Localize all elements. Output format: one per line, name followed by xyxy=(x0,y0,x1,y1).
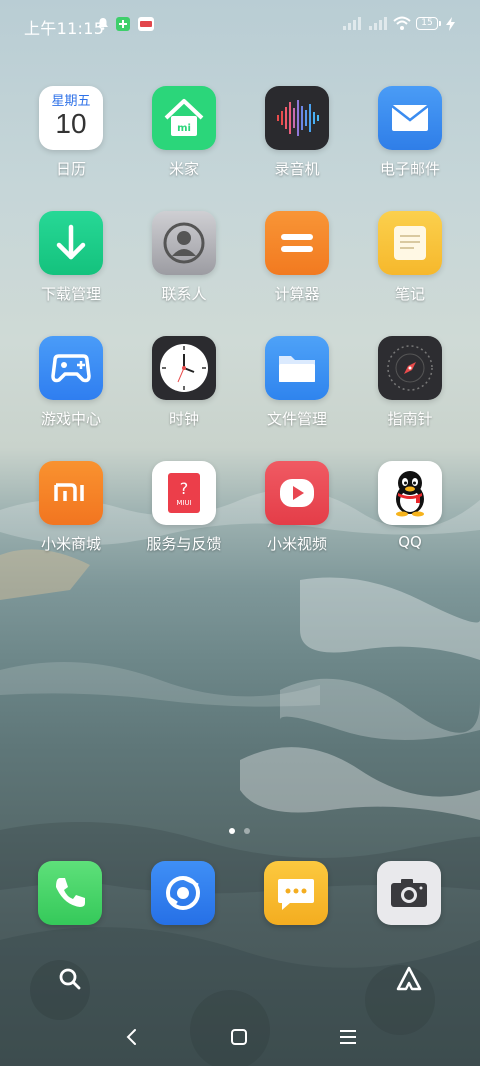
miui-badge: MIUI xyxy=(176,499,192,507)
contact-person-icon xyxy=(152,211,216,275)
app-label: 录音机 xyxy=(274,160,320,178)
app-file-manager[interactable]: 文件管理 xyxy=(237,336,357,429)
email-icon xyxy=(378,86,442,150)
gamepad-icon xyxy=(39,336,103,400)
play-video-icon xyxy=(265,461,329,525)
app-label: 笔记 xyxy=(394,285,425,303)
mi-store-icon xyxy=(39,461,103,525)
qq-penguin-icon xyxy=(378,461,442,525)
app-contacts[interactable]: 联系人 xyxy=(124,211,244,304)
compass-icon xyxy=(378,336,442,400)
search-icon[interactable] xyxy=(58,967,82,991)
message-bubble-icon xyxy=(278,879,314,910)
app-notes[interactable]: 笔记 xyxy=(350,211,470,304)
dock-camera-button[interactable] xyxy=(377,861,441,925)
app-compass[interactable]: 指南针 xyxy=(350,336,470,429)
app-game-center[interactable]: 游戏中心 xyxy=(11,336,131,429)
app-email[interactable]: 电子邮件 xyxy=(350,86,470,179)
app-downloads[interactable]: 下载管理 xyxy=(11,211,131,304)
dock-messages-button[interactable] xyxy=(264,861,328,925)
app-clock[interactable]: 时钟 xyxy=(124,336,244,429)
app-label: 服务与反馈 xyxy=(146,535,222,553)
camera-icon xyxy=(391,879,427,907)
status-time: 上午11:15 xyxy=(24,19,105,38)
assistant-icon[interactable] xyxy=(396,966,422,992)
wifi-icon xyxy=(393,16,411,30)
voice-recorder-icon xyxy=(265,86,329,150)
mijia-home-icon: mi xyxy=(152,86,216,150)
calculator-icon xyxy=(265,211,329,275)
app-label: QQ xyxy=(398,533,422,551)
app-label: 小米视频 xyxy=(266,535,327,553)
app-recorder[interactable]: 录音机 xyxy=(237,86,357,179)
svg-text:mi: mi xyxy=(177,123,191,134)
app-mi-store[interactable]: 小米商城 xyxy=(11,461,131,554)
app-label: 日历 xyxy=(55,160,86,178)
calendar-weekday: 星期五 xyxy=(51,94,91,109)
app-calendar[interactable]: 星期五 10 日历 xyxy=(11,86,131,179)
browser-icon xyxy=(166,876,200,910)
app-qq[interactable]: QQ xyxy=(350,461,470,551)
app-label: 时钟 xyxy=(168,410,199,428)
battery-indicator: 15 xyxy=(416,17,441,30)
clock-icon xyxy=(152,336,216,400)
page-indicator xyxy=(0,828,480,836)
question-book-icon: ? MIUI xyxy=(152,461,216,525)
app-label: 指南针 xyxy=(387,410,433,428)
app-mijia[interactable]: mi 米家 xyxy=(124,86,244,179)
download-arrow-icon xyxy=(39,211,103,275)
signal-sim1-icon xyxy=(343,17,361,30)
dock-browser-button[interactable] xyxy=(151,861,215,925)
svg-text:?: ? xyxy=(180,479,189,498)
app-label: 计算器 xyxy=(274,285,320,303)
app-label: 联系人 xyxy=(161,285,207,303)
back-icon[interactable] xyxy=(124,1027,140,1047)
app-label: 下载管理 xyxy=(40,285,101,303)
phone-icon xyxy=(56,878,85,907)
charging-bolt-icon xyxy=(446,17,455,31)
notes-icon xyxy=(378,211,442,275)
notification-bell-icon xyxy=(98,18,108,30)
app-service-feedback[interactable]: ? MIUI 服务与反馈 xyxy=(124,461,244,554)
app-notification-icon xyxy=(138,17,154,31)
page-dot-active[interactable] xyxy=(229,828,235,834)
app-label: 电子邮件 xyxy=(379,160,440,178)
signal-sim2-icon xyxy=(369,17,387,30)
app-label: 小米商城 xyxy=(40,535,101,553)
app-label: 游戏中心 xyxy=(40,410,101,428)
dock-phone-button[interactable] xyxy=(38,861,102,925)
app-label: 米家 xyxy=(168,160,199,178)
app-calculator[interactable]: 计算器 xyxy=(237,211,357,304)
app-mi-video[interactable]: 小米视频 xyxy=(237,461,357,554)
recents-menu-icon[interactable] xyxy=(338,1029,358,1045)
calendar-icon: 星期五 10 xyxy=(39,86,103,150)
calendar-day: 10 xyxy=(55,108,87,139)
home-icon[interactable] xyxy=(230,1028,248,1046)
page-dot[interactable] xyxy=(244,828,250,834)
app-label: 文件管理 xyxy=(266,410,327,428)
folder-icon xyxy=(265,336,329,400)
status-bar: 上午11:15 15 xyxy=(0,0,480,50)
security-app-icon xyxy=(116,17,130,31)
